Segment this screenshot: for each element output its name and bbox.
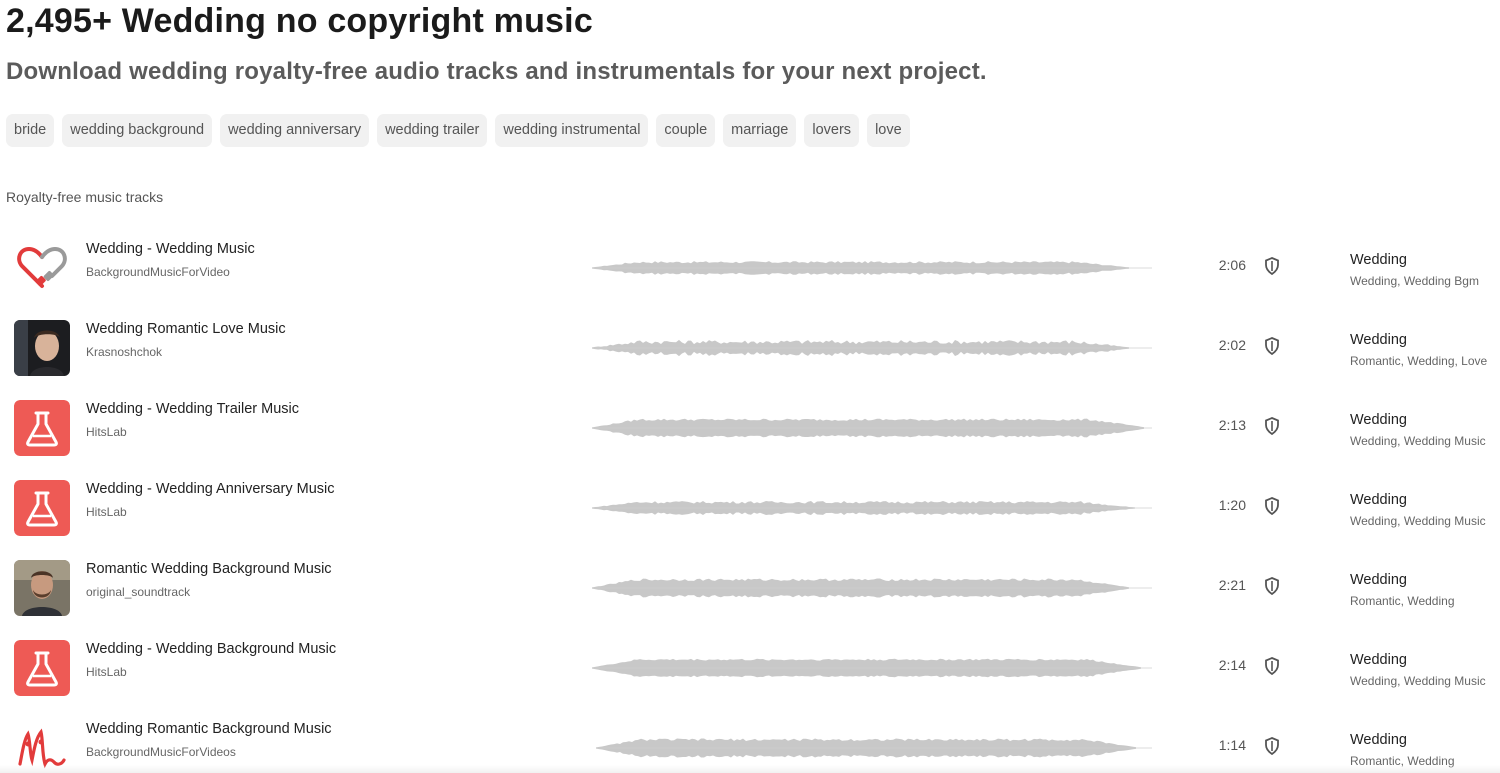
tag-couple[interactable]: couple bbox=[656, 114, 716, 147]
waveform[interactable] bbox=[590, 408, 1156, 448]
track-artist[interactable]: BackgroundMusicForVideo bbox=[86, 265, 230, 279]
track-duration: 2:02 bbox=[1218, 337, 1246, 353]
person-photo bbox=[14, 560, 70, 616]
track-title[interactable]: Romantic Wedding Background Music bbox=[86, 561, 332, 577]
flask-icon bbox=[14, 480, 70, 536]
track-tags: Wedding, Wedding Music bbox=[1350, 434, 1486, 448]
shield-icon[interactable] bbox=[1264, 577, 1280, 595]
track-row[interactable]: Wedding - Wedding Anniversary Music Hits… bbox=[0, 480, 1500, 560]
person-photo bbox=[14, 320, 70, 376]
track-tags: Wedding, Wedding Music bbox=[1350, 514, 1486, 528]
shield-icon[interactable] bbox=[1264, 257, 1280, 275]
waveform[interactable] bbox=[590, 568, 1156, 608]
shield-icon[interactable] bbox=[1264, 497, 1280, 515]
track-row[interactable]: Wedding - Wedding Trailer Music HitsLab … bbox=[0, 400, 1500, 480]
track-tags: Romantic, Wedding bbox=[1350, 594, 1455, 608]
track-artist[interactable]: HitsLab bbox=[86, 425, 127, 439]
track-title[interactable]: Wedding - Wedding Background Music bbox=[86, 641, 336, 657]
track-thumbnail[interactable] bbox=[14, 240, 70, 296]
track-title[interactable]: Wedding - Wedding Anniversary Music bbox=[86, 481, 335, 497]
waveform[interactable] bbox=[590, 728, 1156, 768]
track-duration: 2:06 bbox=[1218, 257, 1246, 273]
shield-icon[interactable] bbox=[1264, 337, 1280, 355]
tag-list: bride wedding background wedding anniver… bbox=[6, 114, 910, 147]
track-row[interactable]: Romantic Wedding Background Music origin… bbox=[0, 560, 1500, 640]
waveform[interactable] bbox=[590, 488, 1156, 528]
track-genre[interactable]: Wedding bbox=[1350, 412, 1407, 428]
track-tags: Wedding, Wedding Bgm bbox=[1350, 274, 1479, 288]
track-artist[interactable]: Krasnoshchok bbox=[86, 345, 162, 359]
track-duration: 2:13 bbox=[1218, 417, 1246, 433]
track-artist[interactable]: HitsLab bbox=[86, 505, 127, 519]
heart-plug-icon bbox=[14, 240, 70, 296]
tag-wedding-trailer[interactable]: wedding trailer bbox=[377, 114, 488, 147]
track-thumbnail[interactable] bbox=[14, 480, 70, 536]
track-artist[interactable]: HitsLab bbox=[86, 665, 127, 679]
track-thumbnail[interactable] bbox=[14, 560, 70, 616]
track-genre[interactable]: Wedding bbox=[1350, 732, 1407, 748]
track-tags: Romantic, Wedding, Love bbox=[1350, 354, 1488, 368]
scroll-fade bbox=[0, 765, 1500, 773]
page-title: 2,495+ Wedding no copyright music bbox=[6, 2, 593, 40]
track-thumbnail[interactable] bbox=[14, 640, 70, 696]
track-row[interactable]: Wedding Romantic Love Music Krasnoshchok… bbox=[0, 320, 1500, 400]
tag-wedding-instrumental[interactable]: wedding instrumental bbox=[495, 114, 649, 147]
track-title[interactable]: Wedding - Wedding Trailer Music bbox=[86, 401, 299, 417]
track-genre[interactable]: Wedding bbox=[1350, 492, 1407, 508]
track-thumbnail[interactable] bbox=[14, 320, 70, 376]
track-title[interactable]: Wedding Romantic Love Music bbox=[86, 321, 286, 337]
shield-icon[interactable] bbox=[1264, 657, 1280, 675]
flask-icon bbox=[14, 640, 70, 696]
tag-love[interactable]: love bbox=[867, 114, 910, 147]
waveform[interactable] bbox=[590, 648, 1156, 688]
shield-icon[interactable] bbox=[1264, 417, 1280, 435]
track-row[interactable]: Wedding - Wedding Music BackgroundMusicF… bbox=[0, 240, 1500, 320]
tag-bride[interactable]: bride bbox=[6, 114, 55, 147]
track-genre[interactable]: Wedding bbox=[1350, 572, 1407, 588]
track-duration: 2:14 bbox=[1218, 657, 1246, 673]
track-genre[interactable]: Wedding bbox=[1350, 652, 1407, 668]
track-artist[interactable]: BackgroundMusicForVideos bbox=[86, 745, 236, 759]
page: 2,495+ Wedding no copyright music Downlo… bbox=[0, 0, 1500, 773]
track-duration: 2:21 bbox=[1218, 577, 1246, 593]
track-row[interactable]: Wedding - Wedding Background Music HitsL… bbox=[0, 640, 1500, 720]
shield-icon[interactable] bbox=[1264, 737, 1280, 755]
tag-wedding-anniversary[interactable]: wedding anniversary bbox=[220, 114, 370, 147]
waveform[interactable] bbox=[590, 248, 1156, 288]
track-thumbnail[interactable] bbox=[14, 400, 70, 456]
track-duration: 1:14 bbox=[1218, 737, 1246, 753]
flask-icon bbox=[14, 400, 70, 456]
section-label: Royalty-free music tracks bbox=[6, 189, 164, 205]
track-genre[interactable]: Wedding bbox=[1350, 332, 1407, 348]
tag-lovers[interactable]: lovers bbox=[804, 114, 860, 147]
track-duration: 1:20 bbox=[1218, 497, 1246, 513]
track-artist[interactable]: original_soundtrack bbox=[86, 585, 190, 599]
track-title[interactable]: Wedding Romantic Background Music bbox=[86, 721, 332, 737]
track-title[interactable]: Wedding - Wedding Music bbox=[86, 241, 255, 257]
track-genre[interactable]: Wedding bbox=[1350, 252, 1407, 268]
page-subtitle: Download wedding royalty-free audio trac… bbox=[6, 58, 987, 85]
waveform[interactable] bbox=[590, 328, 1156, 368]
tag-wedding-background[interactable]: wedding background bbox=[62, 114, 213, 147]
track-tags: Wedding, Wedding Music bbox=[1350, 674, 1486, 688]
tag-marriage[interactable]: marriage bbox=[723, 114, 797, 147]
